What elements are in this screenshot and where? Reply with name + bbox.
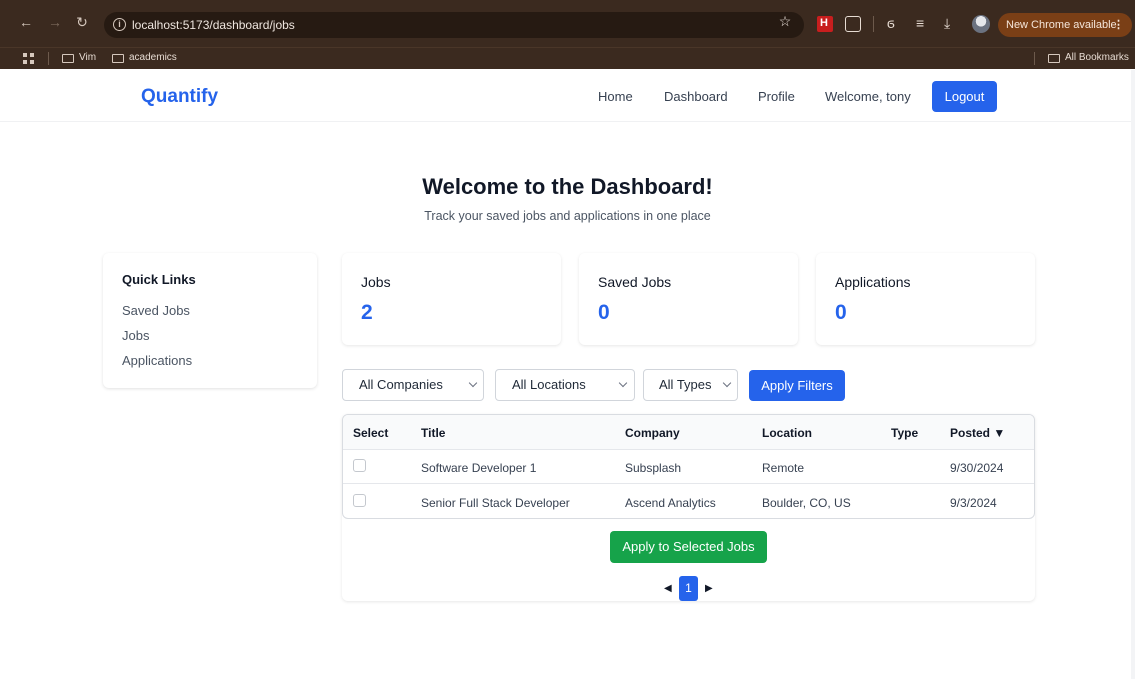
- stat-value: 0: [835, 301, 847, 324]
- bookmarks-bar: Vim academics All Bookmarks: [0, 47, 1135, 69]
- apply-filters-button[interactable]: Apply Filters: [749, 370, 845, 401]
- apply-selected-jobs-button[interactable]: Apply to Selected Jobs: [610, 531, 767, 563]
- quick-links-card: Quick Links Saved Jobs Jobs Applications: [103, 253, 317, 388]
- job-title: Senior Full Stack Developer: [421, 496, 570, 510]
- reload-icon[interactable]: ↻: [75, 14, 89, 30]
- app-page: Quantify Home Dashboard Profile Welcome,…: [0, 70, 1135, 679]
- row-select-checkbox[interactable]: [353, 494, 366, 507]
- column-posted-sort[interactable]: Posted ▼: [950, 426, 1005, 440]
- page-title: Welcome to the Dashboard!: [422, 174, 713, 199]
- table-row: Software Developer 1 Subsplash Remote 9/…: [343, 450, 1034, 484]
- bookmarks-divider: [48, 52, 49, 65]
- job-location: Remote: [762, 461, 805, 475]
- folder-icon: [1048, 53, 1060, 63]
- chevron-down-icon: [618, 378, 628, 388]
- browser-toolbar: ← → ↻ i localhost:5173/dashboard/jobs ☆ …: [0, 0, 1135, 47]
- quick-link-jobs[interactable]: Jobs: [122, 328, 149, 343]
- info-icon[interactable]: i: [113, 18, 126, 31]
- bookmark-label: Vim: [79, 52, 97, 63]
- job-posted: 9/30/2024: [950, 461, 1004, 475]
- stat-label: Jobs: [361, 274, 391, 290]
- nav-profile[interactable]: Profile: [758, 89, 795, 105]
- folder-icon: [112, 53, 124, 63]
- bookmarks-divider: [1034, 52, 1035, 65]
- pagination-prev-icon[interactable]: ◀: [664, 583, 672, 595]
- job-company: Ascend Analytics: [625, 496, 716, 510]
- nav-dashboard[interactable]: Dashboard: [664, 89, 728, 105]
- url-text: localhost:5173/dashboard/jobs: [132, 18, 295, 32]
- apps-grid-icon[interactable]: [23, 53, 34, 64]
- table-header: Select Title Company Location Type Poste…: [343, 415, 1034, 450]
- nav-home[interactable]: Home: [598, 89, 633, 105]
- job-location: Boulder, CO, US: [762, 496, 851, 510]
- job-posted: 9/3/2024: [950, 496, 997, 510]
- pagination-page-1[interactable]: 1: [679, 576, 698, 601]
- chevron-down-icon: [722, 378, 732, 388]
- column-type: Type: [891, 426, 919, 440]
- folder-icon: [62, 53, 74, 63]
- forward-icon[interactable]: →: [48, 14, 62, 30]
- job-title: Software Developer 1: [421, 461, 537, 475]
- stat-label: Applications: [835, 274, 911, 290]
- quick-link-applications[interactable]: Applications: [122, 353, 192, 368]
- app-header: Quantify Home Dashboard Profile Welcome,…: [0, 70, 1135, 122]
- jobs-table: Select Title Company Location Type Poste…: [342, 414, 1035, 519]
- bookmark-label: academics: [129, 52, 177, 63]
- column-company: Company: [625, 426, 680, 440]
- profile-avatar[interactable]: [972, 15, 990, 33]
- address-bar[interactable]: i localhost:5173/dashboard/jobs: [104, 12, 804, 38]
- column-location: Location: [762, 426, 812, 440]
- page-scrollbar[interactable]: [1131, 70, 1135, 679]
- update-label: New Chrome available: [1006, 19, 1117, 31]
- type-filter-select[interactable]: All Types: [643, 369, 738, 401]
- location-filter-value: All Locations: [512, 377, 586, 392]
- stat-card-saved-jobs: Saved Jobs 0: [579, 253, 798, 345]
- logout-button[interactable]: Logout: [932, 81, 997, 112]
- star-icon[interactable]: ☆: [778, 13, 792, 29]
- extension-swirl-icon[interactable]: ϭ: [887, 14, 895, 32]
- stat-value: 0: [598, 301, 610, 324]
- all-bookmarks-label: All Bookmarks: [1065, 52, 1129, 63]
- stat-card-jobs: Jobs 2: [342, 253, 561, 345]
- company-filter-select[interactable]: All Companies: [342, 369, 484, 401]
- back-icon[interactable]: ←: [19, 14, 33, 30]
- row-select-checkbox[interactable]: [353, 459, 366, 472]
- job-company: Subsplash: [625, 461, 682, 475]
- table-row: Senior Full Stack Developer Ascend Analy…: [343, 485, 1034, 518]
- quick-link-saved-jobs[interactable]: Saved Jobs: [122, 303, 190, 318]
- chevron-down-icon: [468, 378, 478, 388]
- bookmark-vim[interactable]: Vim: [62, 51, 96, 65]
- company-filter-value: All Companies: [359, 377, 443, 392]
- pagination-next-icon[interactable]: ▶: [705, 583, 713, 595]
- reading-list-icon[interactable]: ≡: [916, 14, 924, 32]
- type-filter-value: All Types: [659, 377, 712, 392]
- bookmark-academics[interactable]: academics: [112, 51, 177, 65]
- download-icon[interactable]: ⤓: [944, 14, 950, 32]
- brand-logo[interactable]: Quantify: [141, 86, 218, 108]
- welcome-text: Welcome, tony: [825, 89, 911, 104]
- column-title: Title: [421, 426, 446, 440]
- extension-h-icon[interactable]: [817, 16, 833, 32]
- menu-dots-icon[interactable]: ⋮: [1113, 13, 1124, 37]
- stat-label: Saved Jobs: [598, 274, 672, 290]
- all-bookmarks[interactable]: All Bookmarks: [1048, 51, 1129, 65]
- jobs-panel: Select Title Company Location Type Poste…: [342, 414, 1035, 601]
- toolbar-divider: [873, 16, 874, 32]
- extensions-icon[interactable]: [845, 16, 861, 32]
- location-filter-select[interactable]: All Locations: [495, 369, 635, 401]
- quick-links-title: Quick Links: [122, 272, 196, 287]
- stat-card-applications: Applications 0: [816, 253, 1035, 345]
- column-select: Select: [353, 426, 389, 440]
- new-chrome-available-button[interactable]: New Chrome available ⋮: [998, 13, 1132, 37]
- page-subtitle: Track your saved jobs and applications i…: [424, 209, 711, 223]
- stat-value: 2: [361, 301, 373, 324]
